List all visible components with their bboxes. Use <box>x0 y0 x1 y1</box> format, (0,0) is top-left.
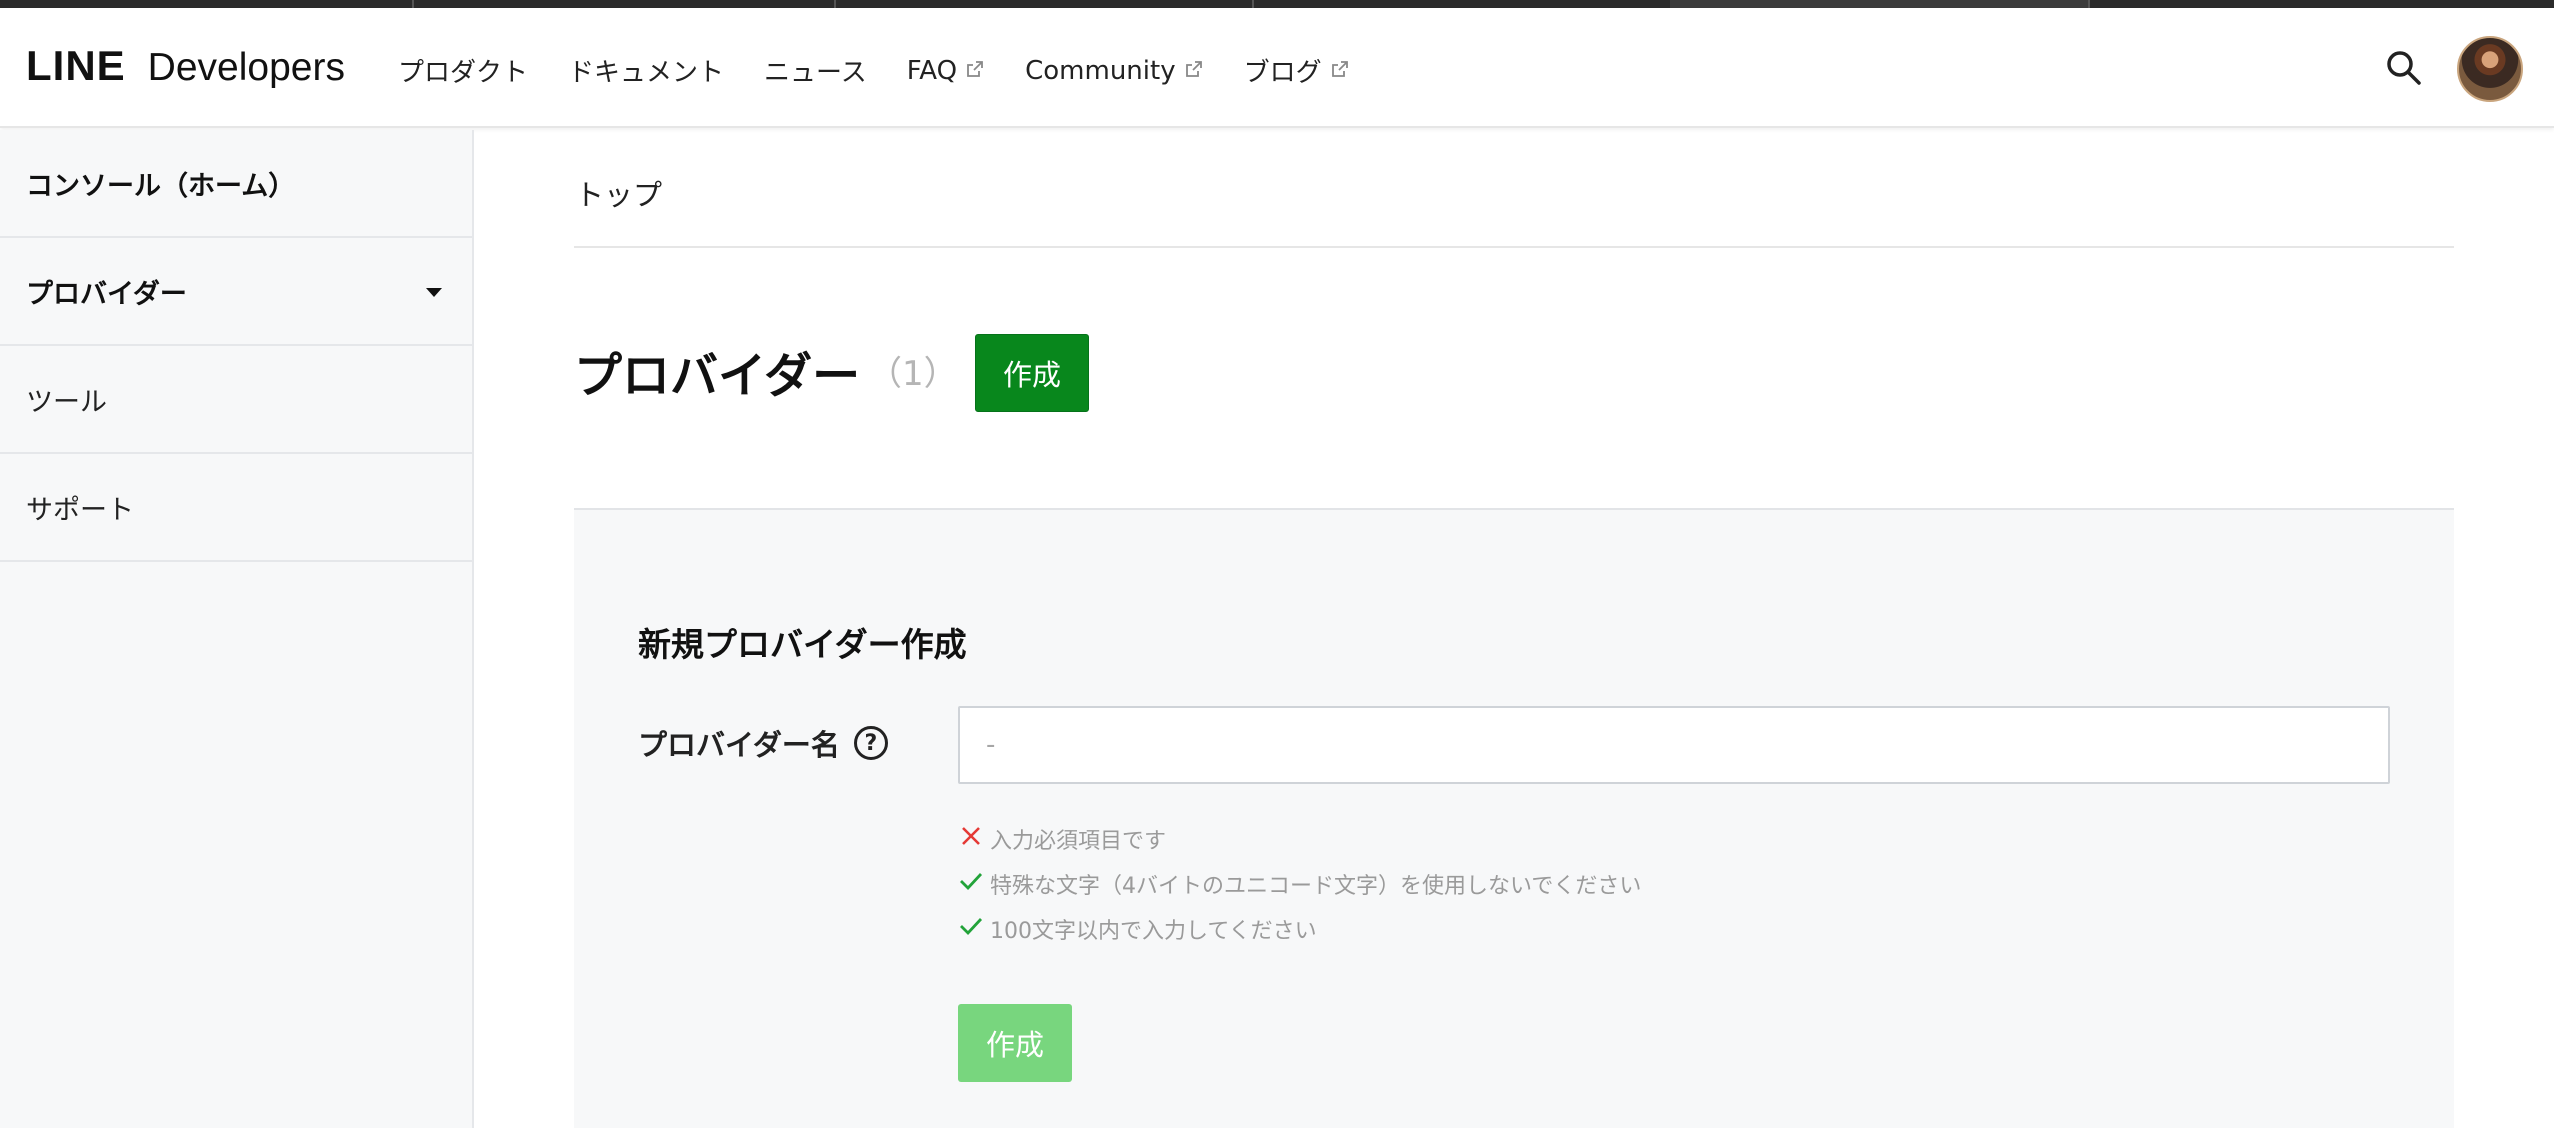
sidebar-item-label: プロバイダー <box>26 278 187 310</box>
create-provider-button[interactable]: 作成 <box>975 334 1089 412</box>
sidebar-item-label: ツール <box>26 386 107 418</box>
validation-rule: 特殊な文字（4バイトのユニコード文字）を使用しないでください <box>958 861 1641 906</box>
sidebar-item-1[interactable]: プロバイダー <box>0 238 472 346</box>
breadcrumb-divider <box>574 246 2454 248</box>
validation-rule-text: 100文字以内で入力してください <box>990 918 1317 944</box>
sidebar-item-2[interactable]: ツール <box>0 346 472 454</box>
check-icon <box>958 868 990 900</box>
search-icon[interactable] <box>2384 48 2424 88</box>
main-nav: プロダクト ドキュメント ニュース FAQ Community ブログ <box>398 52 1390 89</box>
nav-item-label: Community <box>1025 55 1176 86</box>
page-title: プロバイダー <box>574 348 861 404</box>
provider-count: （1） <box>868 354 958 394</box>
external-link-icon <box>1176 56 1204 86</box>
logo-developers-text: Developers <box>147 46 345 89</box>
validation-rules: 入力必須項目です特殊な文字（4バイトのユニコード文字）を使用しないでください 10… <box>958 816 1641 951</box>
nav-item-2[interactable]: ニュース <box>764 52 867 89</box>
nav-item-label: FAQ <box>906 55 958 86</box>
form-title: 新規プロバイダー作成 <box>638 625 967 664</box>
breadcrumb[interactable]: トップ <box>575 172 662 214</box>
browser-tab-strip <box>0 0 2554 8</box>
nav-item-label: ドキュメント <box>568 58 725 88</box>
user-avatar[interactable] <box>2457 36 2523 102</box>
nav-item-0[interactable]: プロダクト <box>398 52 528 89</box>
nav-item-3[interactable]: FAQ <box>907 56 985 86</box>
top-header: LINE Developers プロダクト ドキュメント ニュース FAQ Commun… <box>0 8 2554 128</box>
external-link-icon <box>1322 56 1350 86</box>
sidebar: コンソール（ホーム） プロバイダー ツールサポート <box>0 130 474 1128</box>
new-provider-form: 新規プロバイダー作成 プロバイダー名 ? 入力必須項目です特殊な文字（4バイトの… <box>574 508 2454 1128</box>
nav-item-1[interactable]: ドキュメント <box>568 52 724 89</box>
provider-name-label: プロバイダー名 ? <box>638 722 888 764</box>
line-developers-logo[interactable]: LINE Developers <box>26 42 345 92</box>
cross-icon <box>958 823 990 855</box>
nav-item-label: プロダクト <box>398 58 529 88</box>
nav-item-label: ブログ <box>1243 58 1322 88</box>
validation-rule-text: 特殊な文字（4バイトのユニコード文字）を使用しないでください <box>990 873 1642 899</box>
caret-down-icon <box>426 288 442 297</box>
sidebar-item-label: コンソール（ホーム） <box>26 170 296 202</box>
sidebar-item-label: サポート <box>26 494 134 526</box>
check-icon <box>958 913 990 945</box>
nav-item-4[interactable]: Community <box>1025 56 1203 86</box>
validation-rule: 入力必須項目です <box>958 816 1641 861</box>
external-link-icon <box>957 56 985 86</box>
validation-rule-text: 入力必須項目です <box>990 828 1167 854</box>
nav-item-5[interactable]: ブログ <box>1244 52 1350 89</box>
logo-line-text: LINE <box>26 42 126 89</box>
nav-item-label: ニュース <box>764 58 867 88</box>
sidebar-item-0[interactable]: コンソール（ホーム） <box>0 130 472 238</box>
sidebar-item-3[interactable]: サポート <box>0 454 472 562</box>
provider-name-label-text: プロバイダー名 <box>638 728 840 762</box>
provider-name-input[interactable] <box>958 706 2390 784</box>
submit-create-button[interactable]: 作成 <box>958 1004 1072 1082</box>
validation-rule: 100文字以内で入力してください <box>958 906 1641 951</box>
question-circle-icon[interactable]: ? <box>853 726 888 760</box>
